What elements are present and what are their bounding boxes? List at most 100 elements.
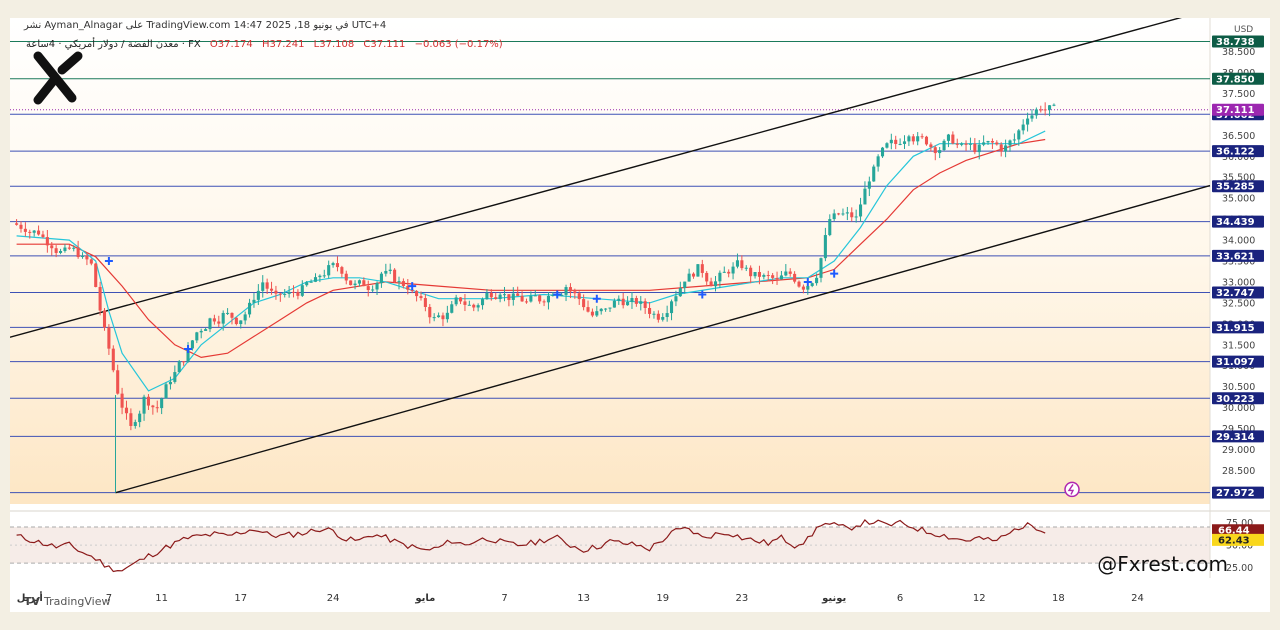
- candle-body: [612, 300, 616, 308]
- candle-body: [762, 275, 766, 277]
- candle-body: [94, 263, 98, 287]
- candle-body: [898, 143, 902, 145]
- candle-body: [1048, 105, 1052, 110]
- candle-body: [432, 317, 436, 319]
- candle-body: [234, 317, 238, 325]
- candle-body: [54, 248, 58, 253]
- candle-body: [744, 267, 748, 269]
- candle-body: [872, 166, 876, 182]
- publisher-line: نشر Ayman_Alnagar على TradingView.com في…: [24, 20, 387, 31]
- candle-body: [507, 294, 511, 300]
- last-price-label: 37.111: [1216, 105, 1255, 116]
- candle-body: [296, 291, 300, 296]
- candle-body: [138, 413, 142, 423]
- candle-body: [832, 213, 836, 220]
- candle-body: [709, 281, 713, 287]
- candle-body: [494, 297, 498, 299]
- chart-frame[interactable]: USD38.50038.00037.50036.50036.00035.5003…: [10, 18, 1270, 612]
- candle-body: [837, 213, 841, 215]
- candle-body: [300, 285, 304, 296]
- candle-body: [151, 405, 155, 408]
- candle-body: [564, 287, 568, 295]
- candle-body: [344, 273, 348, 281]
- candle-body: [911, 136, 915, 142]
- level-label: 30.223: [1216, 394, 1255, 405]
- candle-body: [990, 141, 994, 143]
- candle-body: [652, 313, 656, 315]
- candle-body: [867, 181, 871, 189]
- candle-body: [463, 301, 467, 305]
- price-tick-label: 36.500: [1222, 131, 1255, 142]
- level-label: 38.738: [1216, 37, 1255, 48]
- candle-body: [212, 318, 216, 322]
- time-tick-label: 17: [234, 593, 247, 604]
- candle-body: [274, 290, 278, 294]
- candle-body: [291, 291, 296, 293]
- candle-body: [437, 315, 441, 318]
- candle-body: [173, 372, 177, 382]
- time-tick-label: 23: [736, 593, 749, 604]
- time-tick-label: 19: [656, 593, 669, 604]
- candle-body: [331, 263, 335, 266]
- candle-body: [533, 295, 537, 297]
- candle-body: [604, 308, 608, 310]
- change-value: −0.063 (−0.17%): [414, 39, 503, 50]
- candle-body: [102, 310, 107, 328]
- level-label: 34.439: [1216, 217, 1255, 228]
- candle-body: [498, 294, 502, 299]
- candle-body: [696, 264, 700, 277]
- candle-body: [480, 299, 485, 306]
- candle-body: [261, 282, 265, 291]
- candle-body: [705, 272, 709, 282]
- candle-body: [806, 285, 810, 290]
- level-label: 32.747: [1216, 288, 1255, 299]
- price-tick-label: 35.000: [1222, 194, 1255, 205]
- candle-body: [951, 134, 955, 144]
- candle-body: [863, 188, 867, 205]
- candle-body: [1039, 109, 1043, 111]
- candle-body: [270, 288, 274, 291]
- candle-body: [393, 269, 397, 283]
- candle-body: [608, 307, 612, 309]
- open-value: O37.174: [209, 39, 253, 50]
- candle-body: [942, 140, 946, 151]
- candle-body: [740, 260, 744, 269]
- candle-body: [542, 301, 546, 303]
- tradingview-footer-text: TradingView: [44, 595, 111, 608]
- candle-body: [388, 269, 392, 271]
- candle-body: [85, 255, 89, 260]
- candle-body: [362, 280, 366, 287]
- candle-body: [485, 292, 489, 300]
- candle-body: [502, 294, 507, 296]
- candle-body: [982, 142, 986, 145]
- candle-body: [357, 280, 361, 284]
- candle-body: [880, 147, 885, 157]
- candle-body: [318, 275, 322, 278]
- price-tick-label: 37.500: [1222, 89, 1255, 100]
- candle-body: [450, 304, 454, 313]
- candle-body: [120, 393, 124, 408]
- candle-body: [766, 275, 770, 277]
- candle-body: [124, 407, 129, 414]
- candle-body: [1026, 118, 1030, 125]
- candle-body: [885, 143, 889, 148]
- symbol-label[interactable]: معدن الفضة / دولار أمريكي · 4ساعة · FX: [26, 39, 201, 50]
- candle-body: [428, 306, 432, 318]
- candle-body: [639, 301, 643, 304]
- candle-body: [59, 250, 63, 253]
- watermark: @Fxrest.com: [1097, 552, 1228, 576]
- candle-body: [1008, 140, 1012, 146]
- price-tick-label: 34.000: [1222, 236, 1255, 247]
- candle-body: [823, 235, 827, 259]
- price-chart[interactable]: USD38.50038.00037.50036.50036.00035.5003…: [10, 18, 1270, 612]
- candle-body: [964, 143, 968, 145]
- time-tick-label: 11: [155, 593, 168, 604]
- candle-body: [700, 264, 704, 273]
- candle-body: [665, 313, 669, 318]
- candle-body: [1052, 104, 1056, 106]
- candle-body: [617, 298, 621, 301]
- candle-body: [634, 298, 638, 304]
- candle-body: [397, 281, 401, 283]
- candle-body: [713, 281, 718, 287]
- candle-body: [195, 332, 199, 341]
